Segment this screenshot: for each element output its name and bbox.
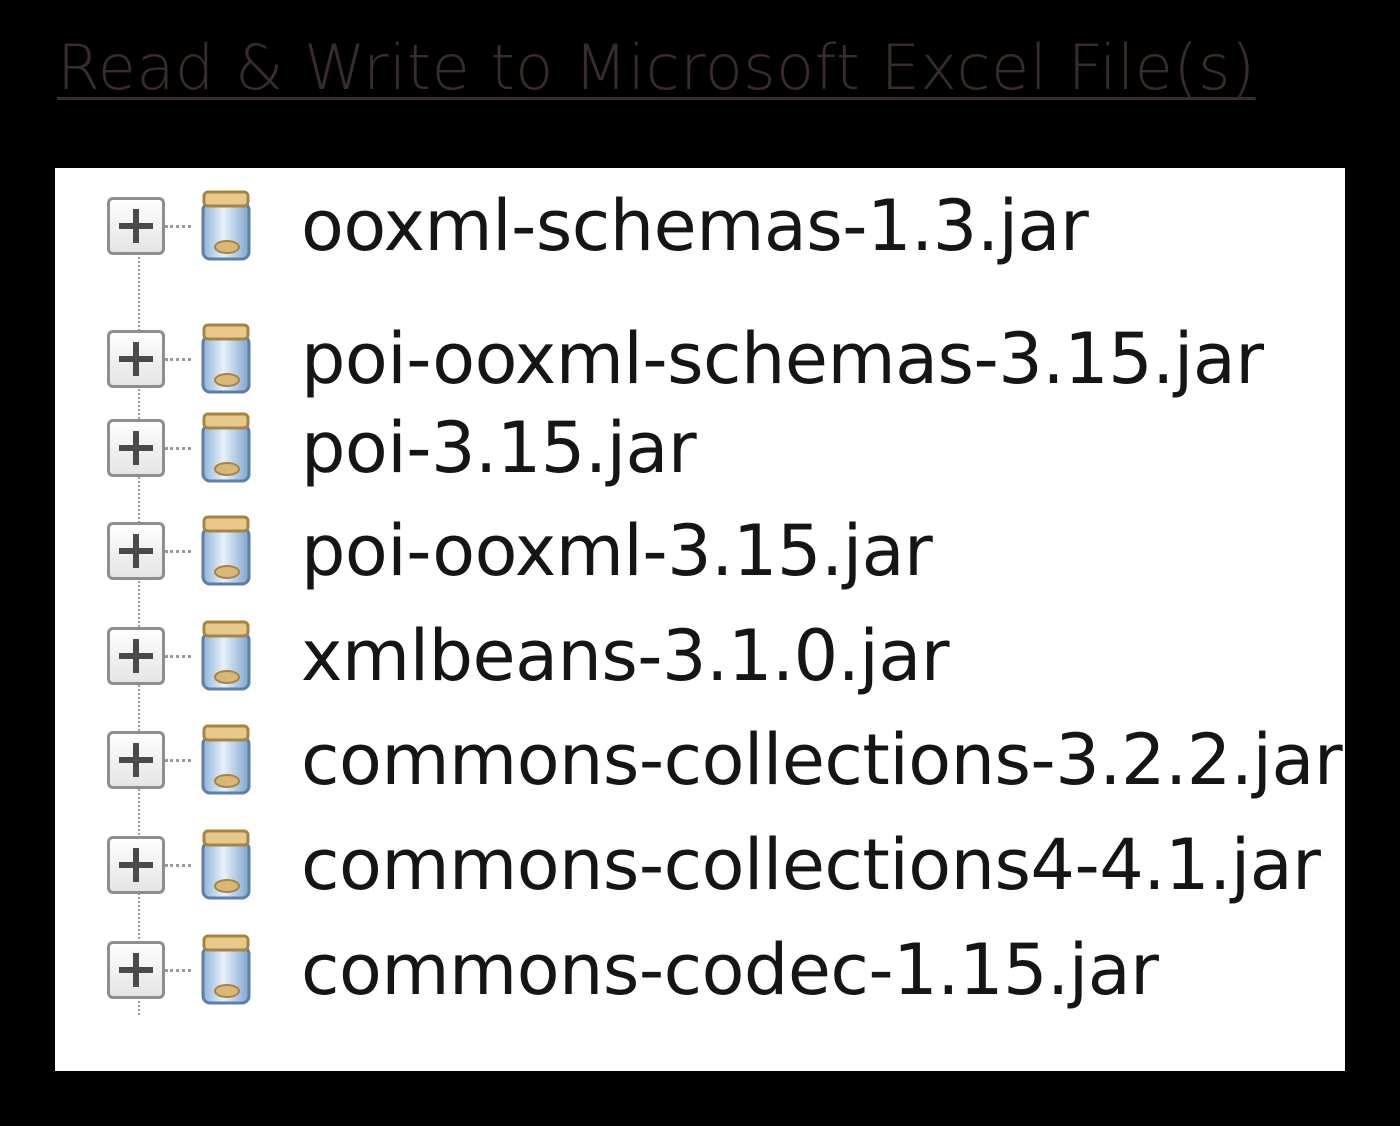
expand-plus-icon[interactable]: [107, 627, 165, 685]
jar-file-icon: [201, 190, 251, 261]
tree-connector: [165, 446, 191, 450]
tree-connector: [165, 863, 191, 867]
tree-connector: [165, 654, 191, 658]
tree-connector: [165, 758, 191, 762]
jar-file-icon: [201, 829, 251, 900]
expand-plus-icon[interactable]: [107, 941, 165, 999]
tree-item-label: poi-ooxml-3.15.jar: [301, 510, 933, 592]
tree-connector: [165, 549, 191, 553]
tree-item-poi-ooxml-schemas[interactable]: poi-ooxml-schemas-3.15.jar: [107, 319, 1264, 399]
tree-item-label: commons-collections4-4.1.jar: [301, 824, 1321, 906]
jar-file-icon: [201, 323, 251, 394]
tree-item-commons-codec[interactable]: commons-codec-1.15.jar: [107, 929, 1159, 1011]
tree-item-label: poi-3.15.jar: [301, 407, 697, 489]
expand-plus-icon[interactable]: [107, 330, 165, 388]
tree-item-commons-collections4[interactable]: commons-collections4-4.1.jar: [107, 824, 1321, 906]
tree-item-label: commons-codec-1.15.jar: [301, 929, 1159, 1011]
tree-item-ooxml-schemas[interactable]: ooxml-schemas-1.3.jar: [107, 185, 1089, 267]
page-title: Read & Write to Microsoft Excel File(s): [57, 31, 1256, 104]
tree-item-label: ooxml-schemas-1.3.jar: [301, 185, 1089, 267]
tree-item-commons-collections[interactable]: commons-collections-3.2.2.jar: [107, 719, 1343, 801]
tree-item-label: commons-collections-3.2.2.jar: [301, 719, 1343, 801]
jar-file-icon: [201, 934, 251, 1005]
expand-plus-icon[interactable]: [107, 836, 165, 894]
expand-plus-icon[interactable]: [107, 731, 165, 789]
tree-item-poi-ooxml[interactable]: poi-ooxml-3.15.jar: [107, 510, 933, 592]
expand-plus-icon[interactable]: [107, 419, 165, 477]
jar-file-icon: [201, 515, 251, 586]
tree-connector: [165, 357, 191, 361]
tree-item-xmlbeans[interactable]: xmlbeans-3.1.0.jar: [107, 615, 950, 697]
tree-item-poi[interactable]: poi-3.15.jar: [107, 407, 697, 489]
jar-file-icon: [201, 724, 251, 795]
tree-item-label: xmlbeans-3.1.0.jar: [301, 615, 950, 697]
jar-file-icon: [201, 412, 251, 483]
expand-plus-icon[interactable]: [107, 522, 165, 580]
tree-item-label: poi-ooxml-schemas-3.15.jar: [301, 318, 1264, 400]
tree-connector: [165, 968, 191, 972]
tree-connector: [165, 224, 191, 228]
jar-file-icon: [201, 620, 251, 691]
library-tree-panel: ooxml-schemas-1.3.jar poi-ooxml-schemas-…: [55, 168, 1345, 1071]
expand-plus-icon[interactable]: [107, 197, 165, 255]
